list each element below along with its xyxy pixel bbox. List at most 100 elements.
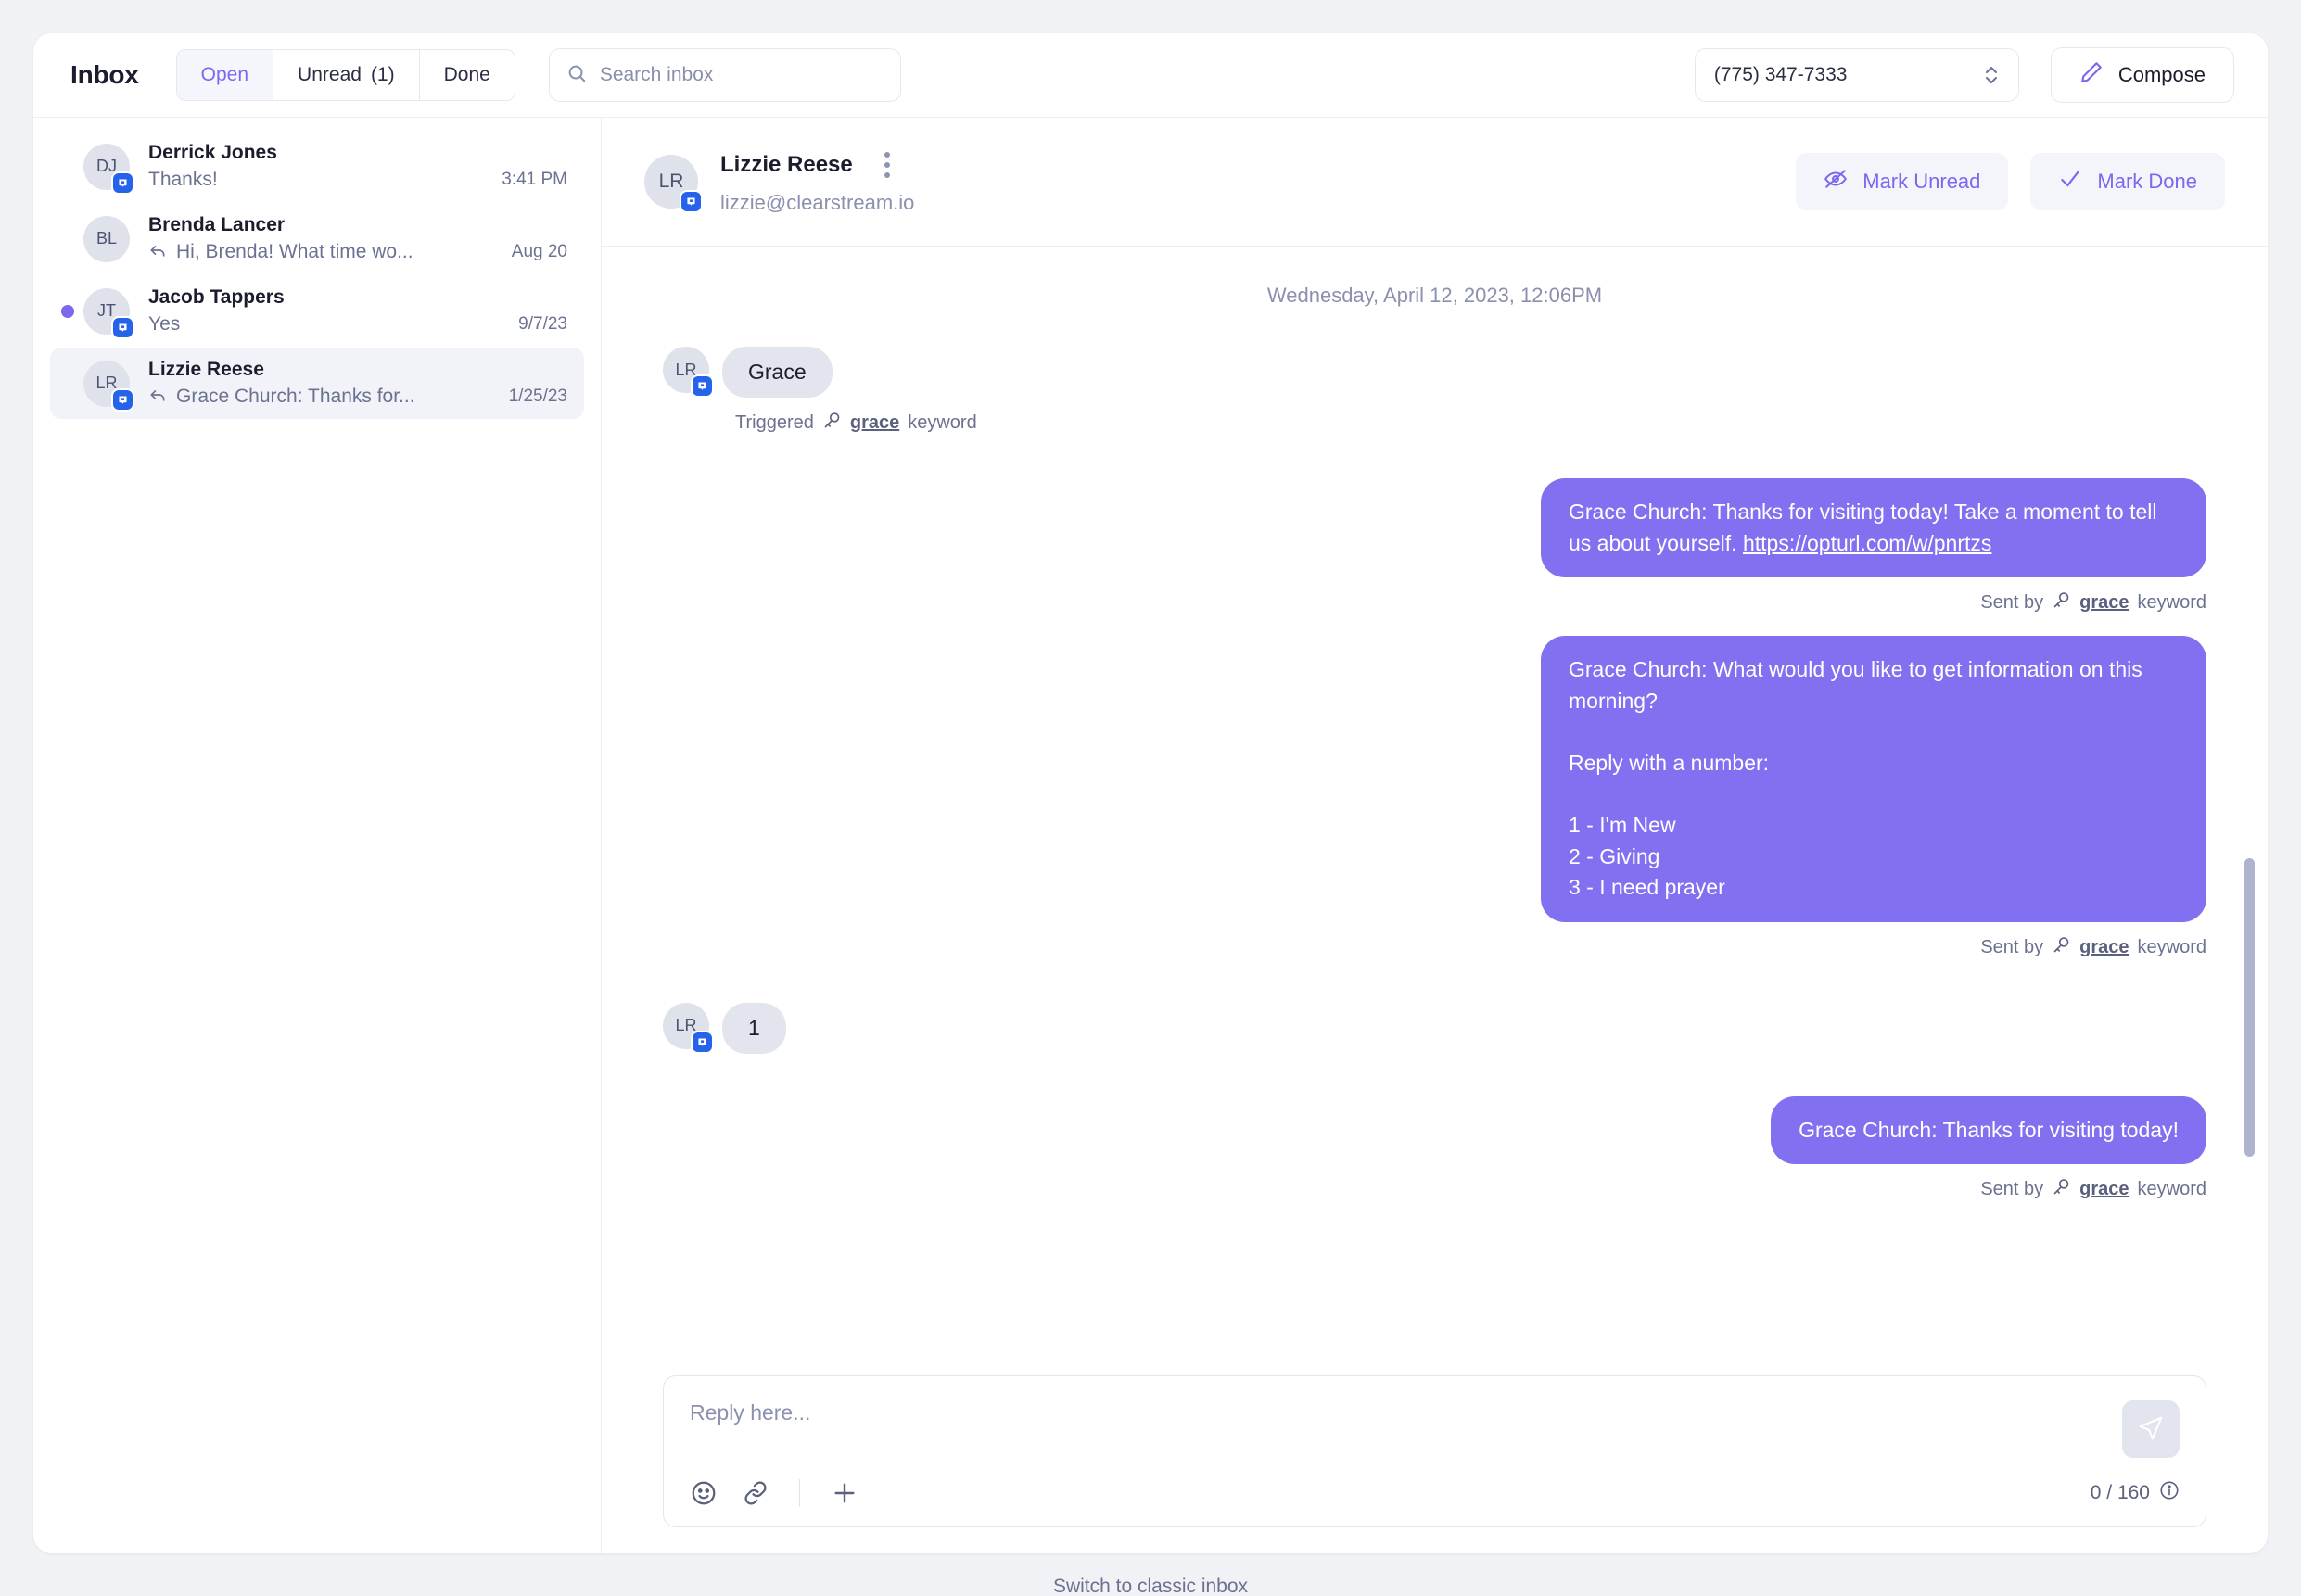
message-meta-prefix: Sent by <box>1980 936 2044 957</box>
key-icon <box>2052 1177 2071 1202</box>
key-icon <box>822 411 842 436</box>
avatar: LR <box>644 155 703 213</box>
conversation-thread: LR Lizzie Reese lizzie@clearstream.io Ma… <box>602 118 2268 1553</box>
mark-unread-button[interactable]: Mark Unread <box>1796 153 2009 210</box>
channel-badge-icon <box>680 190 703 213</box>
conversation-name: Lizzie Reese <box>148 358 264 380</box>
info-icon[interactable] <box>2159 1480 2180 1506</box>
search-box[interactable] <box>548 48 901 102</box>
switch-to-classic-inbox-link[interactable]: Switch to classic inbox <box>1053 1577 1248 1596</box>
message-outgoing: Grace Church: Thanks for visiting today! <box>663 1096 2206 1165</box>
tab-unread-count: (1) <box>370 64 395 85</box>
conversation-time: Aug 20 <box>511 242 567 261</box>
thread-person: Lizzie Reese lizzie@clearstream.io <box>720 148 914 215</box>
reply-composer: 0 / 160 <box>663 1375 2206 1527</box>
avatar: LR <box>663 1002 714 1054</box>
thread-contact-email: lizzie@clearstream.io <box>720 191 915 214</box>
inbox-filter-tabs: Open Unread (1) Done <box>175 49 515 101</box>
message-meta: Sent by grace keyword <box>663 590 2206 615</box>
plus-icon[interactable] <box>830 1478 859 1508</box>
mark-done-button[interactable]: Mark Done <box>2030 153 2225 210</box>
tab-done-label: Done <box>443 64 490 85</box>
message-outgoing: Grace Church: Thanks for visiting today!… <box>663 478 2206 578</box>
message-meta: Triggered grace keyword <box>735 411 2206 436</box>
search-input[interactable] <box>599 64 884 86</box>
channel-badge-icon <box>111 387 134 412</box>
conversation-time: 1/25/23 <box>508 386 567 406</box>
unread-indicator <box>61 304 74 318</box>
avatar: LR <box>663 347 714 398</box>
message-meta: Sent by grace keyword <box>663 1177 2206 1202</box>
reply-arrow-icon <box>148 241 167 264</box>
message-meta-suffix: keyword <box>2137 936 2206 957</box>
toolbar-divider <box>799 1479 800 1507</box>
message-incoming: LR Grace <box>663 347 2206 398</box>
character-counter: 0 / 160 <box>2091 1480 2180 1506</box>
composer-wrapper: 0 / 160 <box>602 1375 2268 1553</box>
compose-button-label: Compose <box>2117 63 2206 86</box>
page-title: Inbox <box>70 60 139 89</box>
inbox-window: Inbox Open Unread (1) Done (775) <box>33 33 2268 1553</box>
avatar: JT <box>83 287 134 339</box>
conversation-time: 3:41 PM <box>502 170 567 189</box>
eye-off-icon <box>1824 167 1848 196</box>
message-meta-prefix: Triggered <box>735 412 814 433</box>
message-bubble: Grace <box>722 347 833 398</box>
check-icon <box>2058 167 2082 196</box>
message-bubble: Grace Church: What would you like to get… <box>1541 636 2206 922</box>
conversation-text: Lizzie Reese Grace Church: Thanks for...… <box>148 359 567 409</box>
thread-scrollbar-thumb[interactable] <box>2244 858 2255 1157</box>
link-icon[interactable] <box>742 1479 769 1507</box>
key-icon <box>2052 590 2071 615</box>
thread-name-row: Lizzie Reese <box>720 148 914 182</box>
tab-done[interactable]: Done <box>419 50 515 100</box>
message-meta-keyword[interactable]: grace <box>2079 592 2129 614</box>
message-bubble: Grace Church: Thanks for visiting today! <box>1771 1096 2206 1165</box>
avatar: BL <box>83 215 130 262</box>
conversation-item-lizzie-reese[interactable]: LR Lizzie Reese Grace Church: Thanks for… <box>50 348 584 419</box>
conversation-item-brenda-lancer[interactable]: BL Brenda Lancer Hi, Brenda! What time w… <box>50 203 584 274</box>
emoji-icon[interactable] <box>690 1479 718 1507</box>
thread-contact-name: Lizzie Reese <box>720 152 853 177</box>
conversation-name: Brenda Lancer <box>148 213 286 235</box>
character-count-value: 0 / 160 <box>2090 1482 2150 1503</box>
channel-badge-icon <box>691 374 714 398</box>
conversation-name: Derrick Jones <box>148 142 277 163</box>
channel-badge-icon <box>111 315 134 339</box>
avatar-initials: BL <box>95 229 118 247</box>
message-link[interactable]: https://opturl.com/w/pnrtzs <box>1743 531 1991 555</box>
composer-toolbar: 0 / 160 <box>690 1478 2180 1508</box>
more-options-icon[interactable] <box>881 148 894 182</box>
tab-open[interactable]: Open <box>176 50 274 100</box>
thread-header-left: LR Lizzie Reese lizzie@clearstream.io <box>644 148 914 215</box>
avatar: DJ <box>83 143 134 195</box>
inbox-body: DJ Derrick Jones Thanks! 3:41 PM BL Bren… <box>33 118 2268 1553</box>
compose-button[interactable]: Compose <box>2050 47 2234 103</box>
conversation-item-jacob-tappers[interactable]: JT Jacob Tappers Yes 9/7/23 <box>50 275 584 347</box>
conversation-list: DJ Derrick Jones Thanks! 3:41 PM BL Bren… <box>33 118 602 1553</box>
send-button[interactable] <box>2122 1400 2180 1458</box>
conversation-text: Derrick Jones Thanks! 3:41 PM <box>148 142 567 191</box>
conversation-item-derrick-jones[interactable]: DJ Derrick Jones Thanks! 3:41 PM <box>50 131 584 202</box>
message-meta-keyword[interactable]: grace <box>2079 937 2129 958</box>
channel-badge-icon <box>111 171 134 195</box>
phone-number-value: (775) 347-7333 <box>1713 64 1848 85</box>
avatar: LR <box>83 360 134 412</box>
message-meta-keyword[interactable]: grace <box>850 412 899 434</box>
reply-arrow-icon <box>148 386 167 409</box>
conversation-preview: Hi, Brenda! What time wo... <box>176 241 413 262</box>
reply-input[interactable] <box>690 1400 2180 1454</box>
phone-number-select[interactable]: (775) 347-7333 <box>1694 48 2019 102</box>
tab-unread[interactable]: Unread (1) <box>273 50 420 100</box>
pencil-icon <box>2079 60 2104 90</box>
thread-header: LR Lizzie Reese lizzie@clearstream.io Ma… <box>602 118 2268 247</box>
message-meta-suffix: keyword <box>908 412 977 433</box>
footer-strip: Switch to classic inbox <box>0 1553 2301 1596</box>
chevron-updown-icon <box>1983 63 2000 87</box>
tab-unread-label: Unread <box>298 64 362 85</box>
conversation-name: Jacob Tappers <box>148 286 285 308</box>
mark-done-label: Mark Done <box>2097 170 2197 193</box>
message-meta-keyword[interactable]: grace <box>2079 1179 2129 1200</box>
conversation-preview-row: Hi, Brenda! What time wo... Aug 20 <box>148 241 567 264</box>
conversation-preview-row: Grace Church: Thanks for... 1/25/23 <box>148 386 567 409</box>
